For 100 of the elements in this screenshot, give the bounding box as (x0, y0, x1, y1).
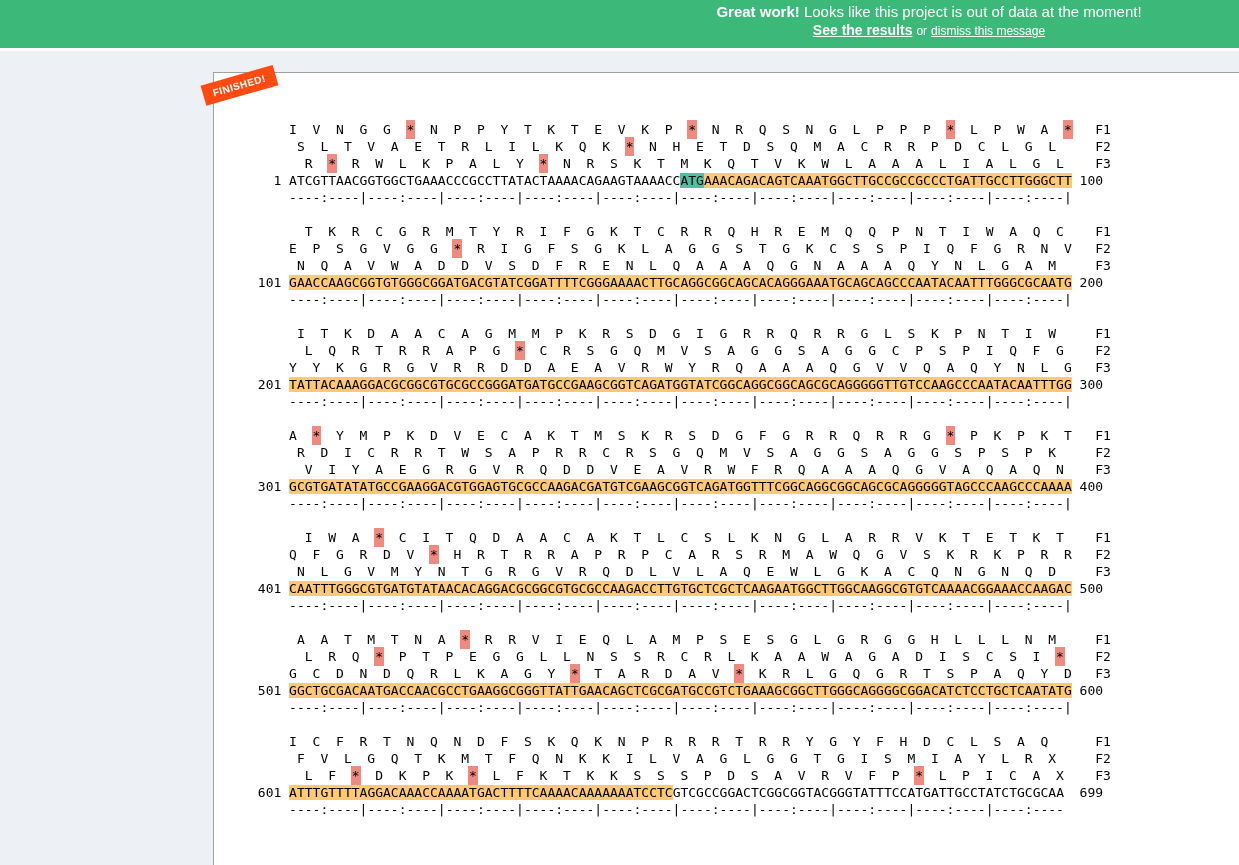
amino-acid-sequence: R (304, 156, 329, 171)
amino-acid-sequence: NQAVWADDVSDFRENLQAAAQGNAAAQYNLGAM (296, 258, 1072, 273)
amino-acid-sequence: EPSGVGG (289, 241, 454, 256)
amino-acid-sequence: PKPKT (970, 428, 1088, 443)
dna-sequence: ATTTGTTTTAGGACAAACCAAAATGACTTTTCAAAACAAAAAAATCCTC (289, 785, 673, 800)
amino-acid-sequence: ITKDAACAGMMPKRSDGIGRRQRRGLSKPNTIW (296, 326, 1072, 341)
amino-acid-sequence: PTPEGGLLNSSRCRLKAAWAGADISCSI (398, 649, 1057, 664)
stop-codon-marker: * (351, 767, 360, 784)
frame-label: F3 (1094, 665, 1111, 682)
stop-codon-marker: * (453, 240, 462, 257)
position-number: 100 (1078, 172, 1104, 189)
stop-codon-marker: * (1063, 121, 1072, 138)
position-number: 601 (257, 784, 282, 801)
position-number: 501 (257, 682, 282, 699)
frame-label: F2 (1094, 750, 1111, 767)
stop-codon-marker: * (946, 427, 955, 444)
frame-label: F2 (1094, 444, 1111, 461)
dna-sequence: GTCGCCGGACTCGGCGGTACGGGTATTTCCATGATTGCCTATCTGCGCAA (672, 785, 1064, 800)
amino-acid-sequence: LFKTKKSSSPDSAVRVFP (492, 768, 916, 783)
dna-sequence: GCGTGATATATGCCGAAGGACGTGGAGTGCGCCAAGACGATGTCGAAGCGGTCAGATGGTTTCGGCAGGCGGCAGCGCAGGGGGTAGCCCAAGCCCAAAA (289, 479, 1072, 494)
amino-acid-sequence: NRQSNGLPPP (711, 122, 947, 137)
amino-acid-sequence: QFGRDV (289, 547, 430, 562)
ruler-line: ----:----|----:----|----:----|----:----|----:----|----:----|----:----|----:----|----:----|----:----| (289, 394, 1072, 409)
frame-label: F1 (1094, 325, 1111, 342)
position-number: 400 (1078, 478, 1104, 495)
stop-codon-marker: * (328, 155, 337, 172)
stop-codon-marker: * (312, 427, 321, 444)
dismiss-link[interactable]: dismiss this message (931, 24, 1046, 38)
amino-acid-sequence: AATMTNA (296, 632, 462, 647)
stop-codon-marker: * (735, 665, 744, 682)
dna-sequence: ATG (680, 173, 704, 188)
position-number: 300 (1078, 376, 1104, 393)
dna-sequence: TATTACAAAGGACGCGGCGTGCGCCGGGATGATGCCGAAGCGGTCAGATGGTATCGGCAGGCGGCAGCGCAGGGGGTTGTCCAAGCCCAATACAATTTGG (289, 377, 1072, 392)
amino-acid-sequence: FVLGQTKMTFQNKKILVAGLGGTGISMIAYLRX (296, 751, 1072, 766)
ruler-line: ----:----|----:----|----:----|----:----|----:----|----:----|----:----|----:----|----:----|----:----| (289, 496, 1072, 511)
ruler-line: ----:----|----:----|----:----|----:----|----:----|----:----|----:----|----:----|----:----|----:----| (289, 700, 1072, 715)
frame-label: F2 (1094, 546, 1111, 563)
frame-label: F1 (1094, 223, 1111, 240)
amino-acid-sequence: RDICRRTWSAPRRCRSGQMVSAGGSAGGSPSPK (296, 445, 1072, 460)
dna-sequence: CAATTTGGGCGTGATGTATAACACAGGACGCGGCGTGCGCCAAGACCTTGTGCTCGCTCAAGAATGGCTTGGCAAGGCGTGTCAAAACGGAAACCAAGAC (289, 581, 1072, 596)
ruler-line: ----:----|----:----|----:----|----:----|----:----|----:----|----:----|----:----|----:----|----:----| (289, 292, 1072, 307)
frame-label: F1 (1094, 427, 1111, 444)
dna-sequence: GGCTGCGACAATGACCAACGCCTGAAGGCGGGTTATTGAACAGCTCGCGATGCCGTCTGAAAGCGGCTTGGGCAGGGGCGGACATCTCCTGCTCAATATG (289, 683, 1072, 698)
stop-codon-marker: * (625, 138, 634, 155)
frame-label: F2 (1094, 240, 1111, 257)
amino-acid-sequence: NRSKTMKQTVKWLAAALIALGL (563, 156, 1080, 171)
position-number: 1 (273, 172, 282, 189)
amino-acid-sequence: KRLGQGRTSPAQYD (758, 666, 1088, 681)
dna-sequence: GAACCAAGCGGTGTGGGCGGATGACGTATCGGATTTTCGGGAAAACTTGCAGGCGGCAGCACAGGGAAATGCAGCAGCCCAATACAATTTGGGCGCAATG (289, 275, 1072, 290)
amino-acid-sequence: LF (304, 768, 352, 783)
amino-acid-sequence: DKPK (375, 768, 470, 783)
amino-acid-sequence: YMPKDVECAKTMSKRSDGFGRRQRRG (336, 428, 947, 443)
position-number: 401 (257, 580, 282, 597)
stop-codon-marker: * (375, 529, 383, 546)
frame-label: F1 (1094, 631, 1111, 648)
frame-label: F3 (1094, 359, 1111, 376)
separator-text: or (916, 24, 928, 38)
see-results-link[interactable]: See the results (812, 22, 913, 38)
amino-acid-sequence: SLTVAETRLILKQK (296, 139, 626, 154)
dna-sequence: ATCGTTAACGGTGGCTGAAACCCGCCTTATACTAAAACAGAAGTAAAACC (289, 173, 681, 188)
position-number: 600 (1078, 682, 1104, 699)
stop-codon-marker: * (1056, 648, 1064, 665)
amino-acid-sequence: LPWA (969, 122, 1064, 137)
frame-label: F2 (1094, 342, 1111, 359)
amino-acid-sequence: A (289, 428, 313, 443)
frame-label: F3 (1094, 257, 1111, 274)
position-number: 200 (1078, 274, 1104, 291)
amino-acid-sequence: ICFRTNQNDFSKQKNPRRRTRRYGYFHDCLSAQ (289, 734, 1064, 749)
amino-acid-sequence: TARDAV (594, 666, 736, 681)
amino-acid-sequence: RIGFSGKLAGGSTGKCSSPIQFGRNV (476, 241, 1088, 256)
amino-acid-sequence: CITQDAACAKTLCSLKNGLARRVKTETKT (398, 530, 1080, 545)
position-number: 500 (1078, 580, 1104, 597)
frame-label: F3 (1094, 563, 1111, 580)
banner-message: Great work! Looks like this project is out of data at the moment! (716, 3, 1142, 20)
amino-acid-sequence: RRVIEQLAMPSESGLGRGGHLLLNM (484, 632, 1072, 647)
stop-codon-marker: * (688, 121, 697, 138)
ruler-line: ----:----|----:----|----:----|----:----|----:----|----:----|----:----|----:----|----:----|----:---- (289, 802, 1064, 817)
amino-acid-sequence: NPPYTKTEVKP (429, 122, 689, 137)
stop-codon-marker: * (570, 665, 579, 682)
stop-codon-marker: * (461, 631, 470, 648)
amino-acid-sequence: LQRTRRAPG (304, 343, 517, 358)
stop-codon-marker: * (469, 767, 477, 784)
stop-codon-marker: * (915, 767, 923, 784)
dna-sequence: AAACAGACAGTCAAATGGCTTGCCGCCGCCCTGATTGCCTTGGGCTT (703, 173, 1072, 188)
amino-acid-sequence: YYKGRGVRRDDAEAVRWYRQAAAQGVVQAQYNLG (289, 360, 1088, 375)
stop-codon-marker: * (430, 546, 438, 563)
stop-codon-marker: * (946, 121, 955, 138)
frame-label: F2 (1094, 648, 1111, 665)
amino-acid-sequence: LPICAX (938, 768, 1080, 783)
frame-label: F1 (1094, 529, 1111, 546)
amino-acid-sequence: IVNGG (289, 122, 407, 137)
stop-codon-marker: * (539, 155, 548, 172)
amino-acid-sequence: TKRCGRMTYRIFGKTCRRQHREMQQPNTIWAQC (304, 224, 1080, 239)
amino-acid-sequence: NLGVMYNTGRGVRQDLVLAQEWLGKACQNGNQD (296, 564, 1072, 579)
ruler-line: ----:----|----:----|----:----|----:----|----:----|----:----|----:----|----:----|----:----|----:----| (289, 190, 1072, 205)
position-number: 101 (257, 274, 282, 291)
position-number: 301 (257, 478, 282, 495)
stop-codon-marker: * (406, 121, 415, 138)
frame-label: F2 (1094, 138, 1111, 155)
position-number: 201 (257, 376, 282, 393)
